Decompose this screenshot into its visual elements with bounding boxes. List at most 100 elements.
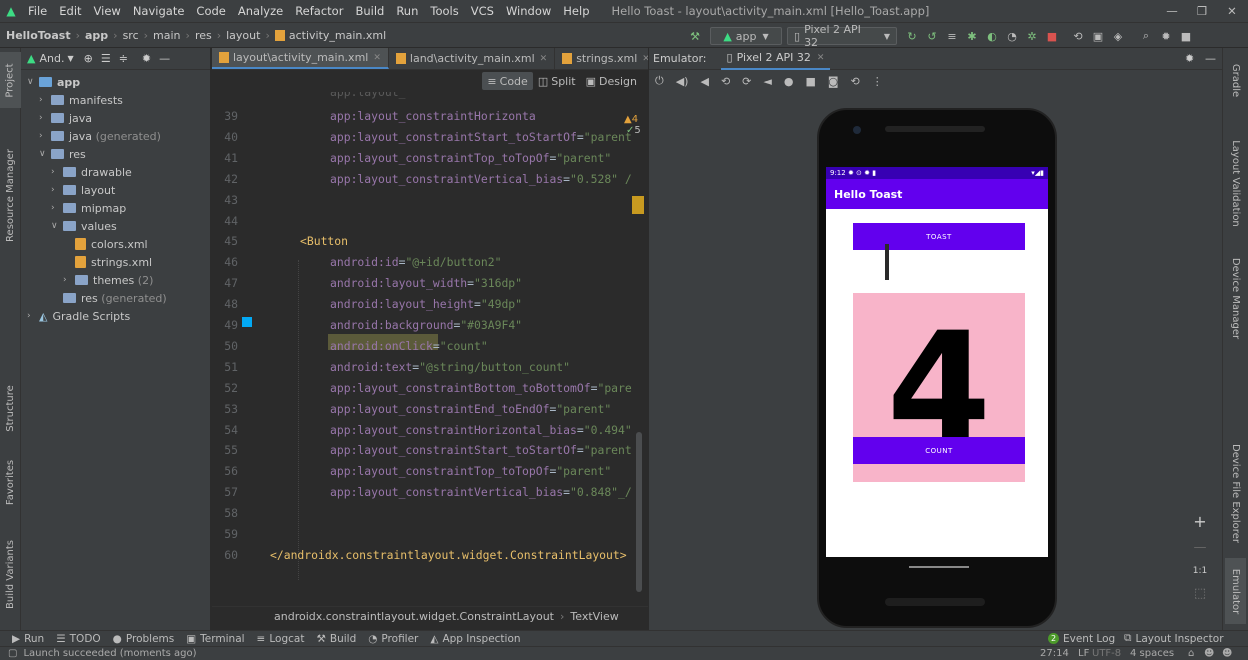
code-line[interactable]: android:background="#03A9F4"	[330, 318, 522, 332]
more-icon[interactable]: ⋮	[872, 75, 883, 88]
tool-event-log[interactable]: 2 Event Log	[1048, 633, 1115, 645]
menu-view[interactable]: View	[88, 4, 127, 18]
code-line[interactable]: android:text="@string/button_count"	[330, 360, 570, 374]
back-icon[interactable]: ◄	[763, 75, 771, 88]
tree-item-drawable[interactable]: › drawable	[51, 163, 132, 181]
tool-layout-inspector[interactable]: ⧉ Layout Inspector	[1124, 632, 1224, 645]
memory-icon[interactable]: ☻	[1222, 648, 1232, 659]
close-icon[interactable]: ✕	[1217, 0, 1247, 22]
tool-tab-layout-validation[interactable]: Layout Validation	[1225, 128, 1246, 238]
breadcrumb-app[interactable]: app	[85, 29, 108, 42]
code-line[interactable]: android:onClick="count"	[330, 339, 488, 353]
snapshot-icon[interactable]: ⟲	[851, 75, 860, 88]
tree-item-mipmap[interactable]: › mipmap	[51, 199, 126, 217]
code-line[interactable]: android:layout_width="316dp"	[330, 276, 522, 290]
menu-run[interactable]: Run	[390, 4, 424, 18]
tree-item-java[interactable]: › java	[39, 109, 92, 127]
tab-land-activity-main[interactable]: land\activity_main.xml ✕	[389, 48, 556, 69]
code-line[interactable]: app:layout_constraintTop_toTopOf="parent…	[330, 151, 611, 165]
debug-icon[interactable]: ✱	[964, 27, 980, 45]
tree-item-app[interactable]: ∨ app	[27, 73, 80, 91]
close-icon[interactable]: ✕	[373, 53, 381, 63]
account-icon[interactable]: ■	[1178, 27, 1194, 45]
breadcrumb-project[interactable]: HelloToast	[6, 29, 71, 42]
hide-panel-icon[interactable]: —	[159, 52, 170, 65]
code-line[interactable]: android:layout_height="49dp"	[330, 297, 522, 311]
power-icon[interactable]: ⏻	[655, 74, 664, 88]
menu-build[interactable]: Build	[349, 4, 390, 18]
home-icon[interactable]: ●	[784, 75, 794, 88]
sdk-manager-icon[interactable]: ◈	[1110, 27, 1126, 45]
device-screen[interactable]: 9:12 ✹ ⊙ ✹ ▮ ▾◢▮ Hello Toast TOAST 4 COU…	[826, 167, 1048, 557]
caret-position[interactable]: 27:14	[1040, 648, 1069, 659]
locate-icon[interactable]: ⊕	[84, 52, 93, 65]
code-line[interactable]: app:layout_constraintEnd_toEndOf="parent…	[330, 402, 611, 416]
mode-split-button[interactable]: ◫ Split	[533, 72, 581, 90]
breadcrumb-main[interactable]: main	[153, 29, 180, 42]
expand-all-icon[interactable]: ≑	[119, 52, 128, 65]
menu-code[interactable]: Code	[190, 4, 231, 18]
sync-gradle-icon[interactable]: ⟲	[1070, 27, 1086, 45]
minimize-icon[interactable]: —	[1157, 0, 1187, 22]
file-encoding[interactable]: UTF-8	[1092, 648, 1121, 659]
screenshot-icon[interactable]: ◙	[828, 75, 839, 88]
tool-tab-resource-manager[interactable]: Resource Manager	[0, 140, 21, 250]
code-line[interactable]: app:layout_constraintTop_toTopOf="parent…	[330, 464, 611, 478]
device-manager-icon[interactable]: ▣	[1090, 27, 1106, 45]
tool-app-inspection[interactable]: ◭ App Inspection	[430, 633, 520, 645]
project-view-selector[interactable]: And.	[39, 52, 64, 65]
status-panel-icon[interactable]: ▢	[8, 648, 17, 659]
tree-item-layout[interactable]: › layout	[51, 181, 115, 199]
attach-debugger-icon[interactable]: ✲	[1024, 27, 1040, 45]
close-icon[interactable]: ✕	[817, 53, 825, 63]
code-line[interactable]: app:layout_constraintVertical_bias="0.84…	[330, 485, 632, 499]
editor-breadcrumb-textview[interactable]: TextView	[570, 610, 618, 623]
close-icon[interactable]: ✕	[540, 54, 548, 64]
count-button[interactable]: COUNT	[853, 437, 1025, 464]
menu-window[interactable]: Window	[500, 4, 557, 18]
hide-panel-icon[interactable]: —	[1205, 52, 1216, 65]
tool-run[interactable]: ▶ Run	[12, 633, 44, 645]
inspector-icon[interactable]: ☻	[1204, 648, 1214, 659]
code-editor[interactable]: app:layout_ ▲4 ✓5 39 app:layout_constrain…	[212, 92, 648, 602]
status-message[interactable]: Launch succeeded (moments ago)	[23, 648, 196, 659]
zoom-in-icon[interactable]: +	[1187, 510, 1213, 532]
tool-tab-gradle[interactable]: Gradle	[1225, 52, 1246, 108]
tool-todo[interactable]: ☰ TODO	[56, 633, 100, 645]
gesture-nav-handle[interactable]	[909, 566, 969, 568]
device-dropdown[interactable]: ▯ Pixel 2 API 32 ▼	[787, 23, 897, 49]
indent-setting[interactable]: 4 spaces	[1130, 648, 1174, 659]
code-line[interactable]: android:id="@+id/button2"	[330, 255, 501, 269]
toast-button[interactable]: TOAST	[853, 223, 1025, 250]
editor-scrollbar[interactable]	[636, 432, 642, 592]
menu-edit[interactable]: Edit	[53, 4, 87, 18]
tool-tab-project[interactable]: Project	[0, 52, 21, 108]
line-separator[interactable]: LF	[1078, 648, 1089, 659]
error-stripe-marker[interactable]	[632, 196, 644, 214]
tree-item-res[interactable]: ∨ res	[39, 145, 86, 163]
fit-screen-icon[interactable]: ⬚	[1187, 582, 1213, 604]
stop-icon[interactable]: ■	[1044, 27, 1060, 45]
editor-breadcrumb-constraintlayout[interactable]: androidx.constraintlayout.widget.Constra…	[274, 610, 554, 623]
tool-tab-build-variants[interactable]: Build Variants	[0, 534, 21, 614]
hammer-icon[interactable]: ⚒	[686, 27, 704, 45]
menu-tools[interactable]: Tools	[424, 4, 464, 18]
mode-code-button[interactable]: ≡ Code	[482, 72, 533, 90]
tab-strings-xml[interactable]: strings.xml ✕	[555, 48, 658, 69]
run-config-dropdown[interactable]: ▲ app ▼	[710, 27, 782, 45]
tree-item-java-generated[interactable]: › java (generated)	[39, 127, 161, 145]
breadcrumb-src[interactable]: src	[123, 29, 139, 42]
tool-tab-emulator[interactable]: Emulator	[1225, 558, 1246, 624]
tool-terminal[interactable]: ▣ Terminal	[186, 633, 244, 645]
chevron-down-icon[interactable]: ▼	[67, 54, 73, 63]
zoom-out-icon[interactable]: —	[1187, 536, 1213, 558]
restore-icon[interactable]: ❐	[1187, 0, 1217, 22]
tool-profiler[interactable]: ◔ Profiler	[368, 633, 418, 645]
volume-up-icon[interactable]: ◀)	[676, 75, 689, 88]
tree-item-strings-xml[interactable]: strings.xml	[75, 253, 152, 271]
code-line[interactable]: <Button	[300, 234, 348, 248]
tool-tab-favorites[interactable]: Favorites	[0, 452, 21, 512]
tree-item-gradle-scripts[interactable]: › ◭ Gradle Scripts	[27, 307, 130, 325]
code-line[interactable]: app:layout_constraintBottom_toBottomOf="…	[330, 381, 632, 395]
code-line[interactable]: app:layout_constraintStart_toStartOf="pa…	[330, 443, 632, 457]
